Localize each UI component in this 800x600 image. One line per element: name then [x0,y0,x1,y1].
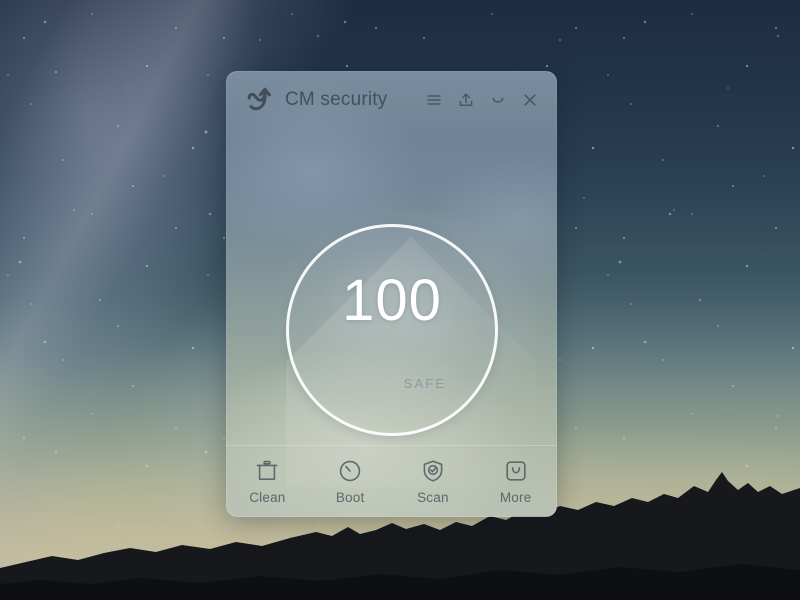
nav-item-clean[interactable]: Clean [226,458,309,505]
nav-label-clean: Clean [249,490,286,505]
nav-item-boot[interactable]: Boot [309,458,392,505]
window-controls[interactable] [425,91,539,109]
cm-security-window[interactable]: CM security 100 SAFE Clean Boot Scan Mor… [226,71,557,517]
nav-label-more: More [499,490,532,505]
minimize-icon[interactable] [489,91,507,109]
nav-label-boot: Boot [335,490,365,505]
window-title: CM security [285,89,388,110]
nav-label-scan: Scan [417,490,449,505]
bottom-navigation-bar[interactable]: Clean Boot Scan More [226,446,557,517]
status-badge: SAFE [403,376,447,391]
cm-swoosh-arrow-logo [247,87,271,111]
nav-item-more[interactable]: More [474,458,557,505]
window-title-bar[interactable]: CM security [226,71,557,129]
speedometer-icon [339,460,361,482]
upload-share-icon[interactable] [457,91,475,109]
hamburger-menu-icon[interactable] [425,91,443,109]
security-score-panel: 100 SAFE [226,129,557,487]
close-icon[interactable] [521,91,539,109]
app-bag-icon [506,461,526,481]
score-value: 100 [342,268,442,333]
nav-item-scan[interactable]: Scan [392,458,475,505]
trash-can-icon [256,460,278,480]
shield-check-icon [423,460,443,482]
